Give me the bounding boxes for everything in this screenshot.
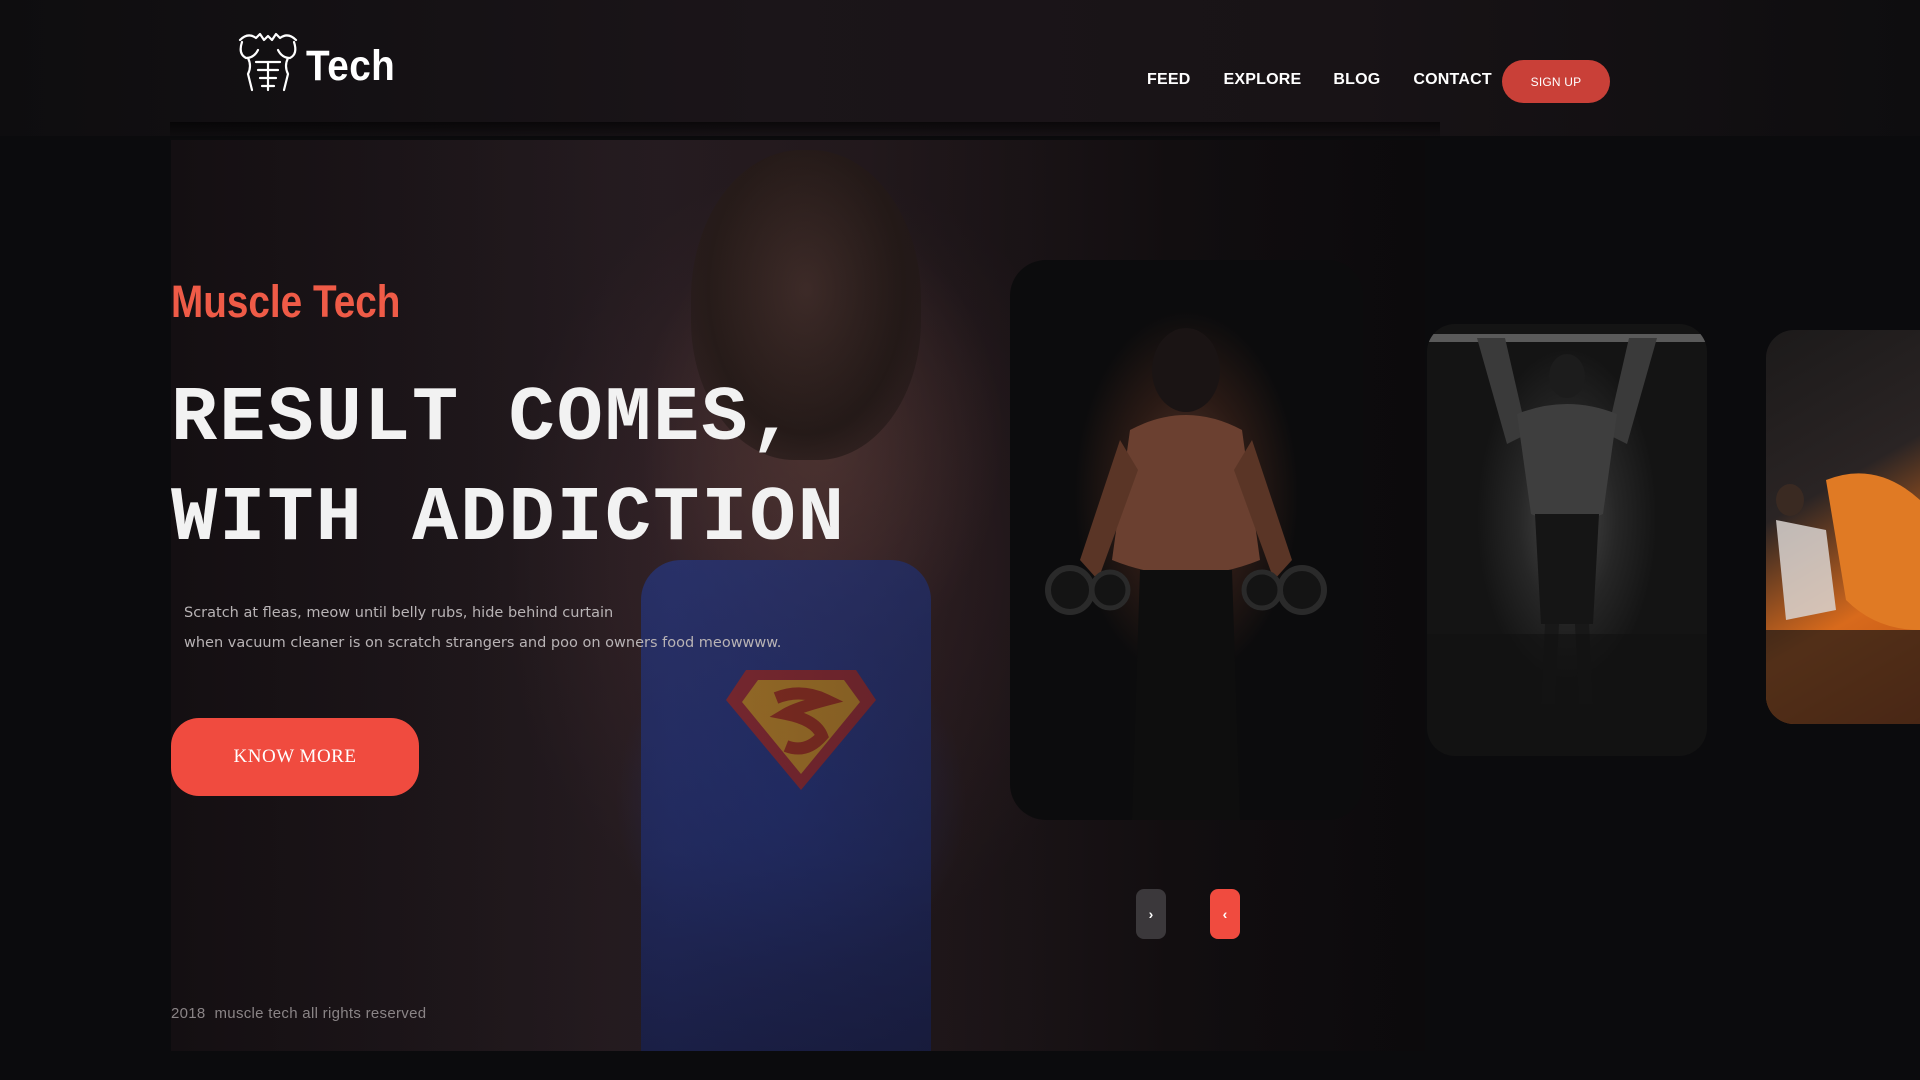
nav-item-blog[interactable]: BLOG [1333, 71, 1380, 89]
nav-item-explore[interactable]: EXPLORE [1223, 71, 1301, 89]
chevron-right-icon: › [1148, 906, 1154, 922]
slider-card-pullup[interactable] [1427, 324, 1707, 756]
main-nav: FEED EXPLORE BLOG CONTACT [1147, 71, 1525, 89]
hero-headline: RESULT COMES, WITH ADDICTION [171, 370, 971, 570]
nav-item-contact[interactable]: CONTACT [1413, 71, 1491, 89]
muscle-torso-icon [234, 28, 302, 101]
slider-card-legpress[interactable] [1766, 330, 1920, 724]
brand-name: Tech [306, 42, 396, 90]
pullup-back-photo [1427, 334, 1707, 756]
brand-logo[interactable]: Tech [234, 28, 405, 101]
nav-item-feed[interactable]: FEED [1147, 71, 1190, 89]
sign-up-button[interactable]: SIGN UP [1502, 60, 1610, 103]
slider-card-bodybuilder[interactable] [1010, 260, 1363, 820]
slider-next-button[interactable]: › [1136, 889, 1166, 939]
hero-description-line-1: Scratch at fleas, meow until belly rubs,… [184, 605, 614, 621]
hero-subtitle: Muscle Tech [171, 276, 401, 327]
bodybuilder-dumbbells-photo [1045, 328, 1327, 820]
hero-headline-line-2: WITH ADDICTION [171, 476, 846, 563]
slider-prev-button[interactable]: ‹ [1210, 889, 1240, 939]
navbar-shadow [170, 122, 1440, 140]
hero-description: Scratch at fleas, meow until belly rubs,… [184, 598, 781, 658]
hero-headline-line-1: RESULT COMES, [171, 376, 798, 463]
hero-description-line-2: when vacuum cleaner is on scratch strang… [184, 635, 782, 651]
chevron-left-icon: ‹ [1222, 906, 1228, 922]
footer-copyright: 2018 muscle tech all rights reserved [171, 1005, 427, 1022]
leg-press-workout-photo [1766, 473, 1920, 724]
know-more-button[interactable]: KNOW MORE [171, 718, 419, 796]
